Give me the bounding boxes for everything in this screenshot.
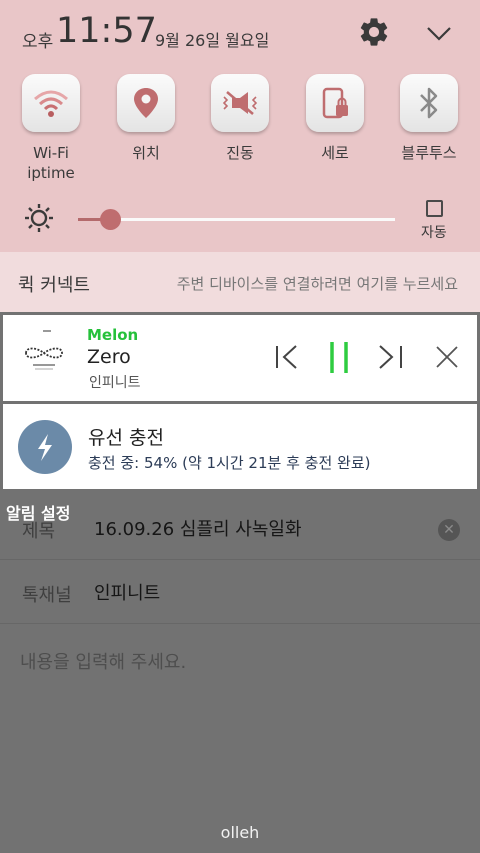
status-header: 오후 11:57 9월 26일 월요일	[0, 0, 480, 64]
quick-connect-bar[interactable]: 퀵 커넥트 주변 디바이스를 연결하려면 여기를 누르세요	[0, 252, 480, 312]
clear-icon[interactable]: ✕	[438, 519, 460, 541]
qs-vibrate[interactable]: 진동	[211, 74, 269, 162]
charging-title: 유선 충전	[88, 427, 164, 449]
quick-connect-title: 퀵 커넥트	[18, 275, 90, 296]
previous-track-icon[interactable]	[267, 337, 307, 377]
alert-settings-label: 알림 설정	[6, 504, 71, 523]
channel-value[interactable]: 인피니트	[94, 579, 160, 605]
next-track-icon[interactable]	[372, 337, 412, 377]
brightness-slider[interactable]	[78, 209, 395, 230]
gear-icon[interactable]	[357, 15, 391, 49]
ampm-label: 오후	[22, 32, 54, 52]
brightness-row: 자동	[0, 195, 480, 245]
clock[interactable]: 11:57	[56, 11, 157, 51]
brightness-icon	[24, 203, 54, 233]
music-notification[interactable]: Melon Zero 인피니트	[3, 315, 477, 401]
chevron-down-icon[interactable]	[424, 18, 454, 48]
content-input[interactable]: 내용을 입력해 주세요.	[20, 648, 186, 674]
lightning-icon	[18, 420, 72, 474]
quick-connect-hint: 주변 디바이스를 연결하려면 여기를 누르세요	[176, 275, 458, 293]
channel-label: 톡채널	[22, 585, 72, 606]
charging-notification[interactable]: 유선 충전 충전 중: 54% (약 1시간 21분 후 충전 완료)	[3, 404, 477, 489]
wifi-icon[interactable]	[22, 74, 80, 132]
location-pin-icon[interactable]	[117, 74, 175, 132]
date-label[interactable]: 9월 26일 월요일	[155, 27, 269, 51]
portrait-lock-icon[interactable]	[306, 74, 364, 132]
qs-wifi[interactable]: Wi-Fi iptime	[22, 74, 80, 182]
brightness-slider-thumb[interactable]	[99, 209, 121, 230]
close-icon[interactable]	[427, 337, 467, 377]
qs-bluetooth[interactable]: 블루투스	[400, 74, 458, 162]
auto-brightness-checkbox[interactable]	[426, 200, 443, 217]
carrier-label: olleh	[220, 823, 260, 842]
vibrate-icon[interactable]	[211, 74, 269, 132]
qs-rotation[interactable]: 세로	[306, 74, 364, 162]
artist-name: 인피니트	[89, 375, 141, 391]
auto-brightness-label: 자동	[421, 225, 447, 241]
qs-location[interactable]: 위치	[117, 74, 175, 162]
title-row[interactable]: 제목 16.09.26 심플리 사녹일화 ✕	[0, 497, 480, 560]
bluetooth-icon[interactable]	[400, 74, 458, 132]
qs-bluetooth-label: 블루투스	[401, 144, 457, 162]
pause-icon[interactable]	[319, 337, 359, 377]
charging-detail: 충전 중: 54% (약 1시간 21분 후 충전 완료)	[88, 454, 371, 472]
melon-logo: Melon	[87, 326, 139, 344]
notification-shade: 오후 11:57 9월 26일 월요일 Wi-Fi iptime 위치 진동 세…	[0, 0, 480, 312]
album-art	[23, 329, 65, 385]
song-title: Zero	[87, 346, 131, 368]
title-value[interactable]: 16.09.26 심플리 사녹일화	[94, 515, 302, 541]
channel-row[interactable]: 톡채널 인피니트	[0, 561, 480, 624]
